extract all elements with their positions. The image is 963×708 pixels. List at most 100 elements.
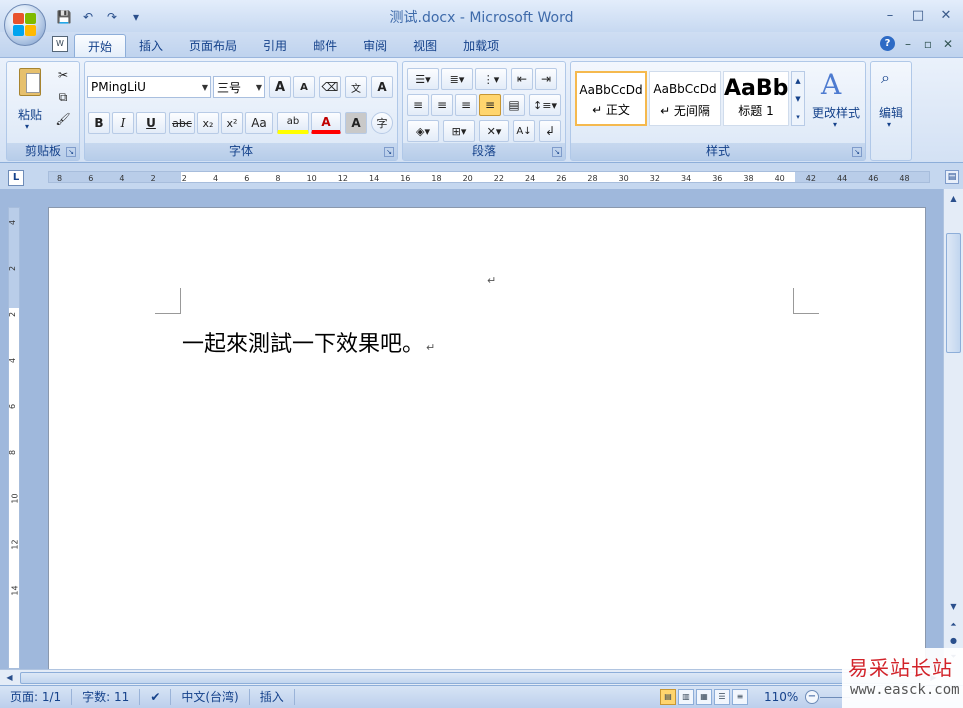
proofing-icon[interactable]: ✔ xyxy=(140,689,172,705)
chinese-layout-icon[interactable]: ✕▾ xyxy=(479,120,509,142)
document-icon[interactable]: W xyxy=(52,36,68,52)
tab-selector-button[interactable]: L xyxy=(8,170,24,186)
align-center-icon[interactable]: ≡ xyxy=(431,94,453,116)
view-ruler-icon[interactable]: ▤ xyxy=(945,170,959,184)
full-screen-reading-icon[interactable]: ▥ xyxy=(678,689,694,705)
previous-page-button[interactable]: ⏶ xyxy=(946,617,961,632)
font-launcher-icon[interactable]: ↘ xyxy=(384,147,394,157)
zoom-out-icon[interactable]: − xyxy=(805,690,819,704)
vertical-scroll-thumb[interactable] xyxy=(946,233,961,353)
subscript-button[interactable]: x₂ xyxy=(197,112,219,134)
font-color-button[interactable]: A xyxy=(311,112,341,134)
ruler-tick-label: 40 xyxy=(774,174,785,183)
clear-format-icon[interactable]: ⌫ xyxy=(319,76,341,98)
highlight-button[interactable]: ab xyxy=(277,112,309,134)
help-icon[interactable]: ? xyxy=(880,36,895,51)
font-size-combo[interactable]: 三号 ▼ xyxy=(213,76,265,98)
style-heading-1[interactable]: AaBb 标题 1 xyxy=(723,71,789,126)
margin-corner-mark xyxy=(793,288,819,314)
style-normal[interactable]: AaBbCcDd ↵ 正文 xyxy=(575,71,647,126)
tab-addins[interactable]: 加载项 xyxy=(450,34,512,57)
scroll-up-button[interactable]: ▲ xyxy=(946,191,961,206)
zoom-level[interactable]: 110% xyxy=(764,689,798,705)
horizontal-ruler[interactable]: 8 6 4 2 2 4 6 8 10 12 14 16 18 20 22 24 26 28 30 32 34 36 38 40… xyxy=(48,171,930,183)
doc-minimize-button[interactable]: – xyxy=(901,37,915,51)
justify-icon[interactable]: ≡ xyxy=(479,94,501,116)
doc-restore-button[interactable]: ▫ xyxy=(921,37,935,51)
enclose-char-button[interactable]: 字 xyxy=(371,112,393,134)
ribbon: 粘贴 ▾ ✂ ⧉ 🖌 剪贴板 ↘ PMingLiU ▼ 三号 ▼ A A ⌫ 文… xyxy=(0,57,963,163)
grow-font-button[interactable]: A xyxy=(269,76,291,98)
ruler-row: L 8 6 4 2 2 4 6 8 10 12 14 16 18 20 22 24 26 28 30 32 34 36 38… xyxy=(0,163,963,189)
show-marks-icon[interactable]: ↲ xyxy=(539,120,561,142)
document-body-text[interactable]: 一起來測試一下效果吧。 ↵ xyxy=(182,326,435,358)
bullets-icon[interactable]: ☰▾ xyxy=(407,68,439,90)
phonetic-guide-button[interactable]: 文 xyxy=(345,76,367,98)
underline-button[interactable]: U xyxy=(136,112,166,134)
italic-button[interactable]: I xyxy=(112,112,134,134)
scroll-left-button[interactable]: ◀ xyxy=(2,670,17,685)
char-shading-button[interactable]: A xyxy=(345,112,367,134)
web-layout-icon[interactable]: ▦ xyxy=(696,689,712,705)
paste-label: 粘贴 xyxy=(17,108,42,122)
shrink-font-button[interactable]: A xyxy=(293,76,315,98)
style-no-spacing[interactable]: AaBbCcDd ↵ 无间隔 xyxy=(649,71,721,126)
ruler-tick-label: 8 xyxy=(57,174,63,183)
print-layout-view-icon[interactable]: ▤ xyxy=(660,689,676,705)
decrease-indent-icon[interactable]: ⇤ xyxy=(511,68,533,90)
align-left-icon[interactable]: ≡ xyxy=(407,94,429,116)
tab-page-layout[interactable]: 页面布局 xyxy=(176,34,250,57)
draft-view-icon[interactable]: ≡ xyxy=(732,689,748,705)
char-border-button[interactable]: A xyxy=(371,76,393,98)
tab-mailings[interactable]: 邮件 xyxy=(300,34,350,57)
word-count-status[interactable]: 字数: 11 xyxy=(72,689,141,705)
vertical-scrollbar[interactable]: ▲ ▼ ⏶ ● ⏷ xyxy=(943,189,963,669)
minimize-button[interactable]: – xyxy=(877,5,903,25)
browse-object-button[interactable]: ● xyxy=(946,633,961,648)
vertical-ruler[interactable]: 4 2 2 4 6 8 10 12 14 xyxy=(8,207,20,669)
close-button[interactable]: ✕ xyxy=(933,5,959,25)
horizontal-scrollbar[interactable]: ◀ ▶ xyxy=(0,669,943,685)
cut-icon[interactable]: ✂ xyxy=(53,66,73,84)
borders-icon[interactable]: ⊞▾ xyxy=(443,120,475,142)
bold-button[interactable]: B xyxy=(88,112,110,134)
shading-icon[interactable]: ◈▾ xyxy=(407,120,439,142)
tab-insert[interactable]: 插入 xyxy=(126,34,176,57)
document-page[interactable]: ↵ 一起來測試一下效果吧。 ↵ xyxy=(48,207,926,677)
tab-home[interactable]: 开始 xyxy=(74,34,127,57)
tab-review[interactable]: 审阅 xyxy=(350,34,400,57)
multilevel-list-icon[interactable]: ⋮▾ xyxy=(475,68,507,90)
increase-indent-icon[interactable]: ⇥ xyxy=(535,68,557,90)
clipboard-launcher-icon[interactable]: ↘ xyxy=(66,147,76,157)
change-styles-button[interactable]: A 更改样式 ▾ xyxy=(809,66,863,138)
tab-references[interactable]: 引用 xyxy=(250,34,300,57)
outline-view-icon[interactable]: ☰ xyxy=(714,689,730,705)
styles-gallery-scroll[interactable]: ▲ ▼ ▾ xyxy=(791,71,805,126)
language-status[interactable]: 中文(台湾) xyxy=(171,689,250,705)
maximize-button[interactable]: □ xyxy=(905,5,931,25)
strikethrough-button[interactable]: abc xyxy=(169,112,195,134)
format-painter-icon[interactable]: 🖌 xyxy=(53,110,73,128)
distributed-icon[interactable]: ▤ xyxy=(503,94,525,116)
doc-close-button[interactable]: ✕ xyxy=(941,37,955,51)
numbering-icon[interactable]: ≣▾ xyxy=(441,68,473,90)
styles-launcher-icon[interactable]: ↘ xyxy=(852,147,862,157)
ruler-tick-label: 22 xyxy=(493,174,504,183)
change-case-button[interactable]: Aa xyxy=(245,112,273,134)
copy-icon[interactable]: ⧉ xyxy=(53,88,73,106)
page-count-status[interactable]: 页面: 1/1 xyxy=(0,689,73,705)
horizontal-scroll-thumb[interactable] xyxy=(20,672,920,684)
superscript-button[interactable]: x² xyxy=(221,112,243,134)
line-spacing-icon[interactable]: ↕≡▾ xyxy=(529,94,561,116)
office-button[interactable] xyxy=(4,4,46,46)
insert-mode-status[interactable]: 插入 xyxy=(250,689,295,705)
editing-group[interactable]: ⌕ 编辑 ▾ xyxy=(870,61,912,161)
paste-button[interactable]: 粘贴 ▾ xyxy=(13,66,47,136)
sort-icon[interactable]: A↓ xyxy=(513,120,535,142)
scroll-down-button[interactable]: ▼ xyxy=(946,599,961,614)
paragraph-launcher-icon[interactable]: ↘ xyxy=(552,147,562,157)
vruler-tick-label: 4 xyxy=(8,357,18,364)
tab-view[interactable]: 视图 xyxy=(400,34,450,57)
align-right-icon[interactable]: ≡ xyxy=(455,94,477,116)
font-name-combo[interactable]: PMingLiU ▼ xyxy=(87,76,211,98)
